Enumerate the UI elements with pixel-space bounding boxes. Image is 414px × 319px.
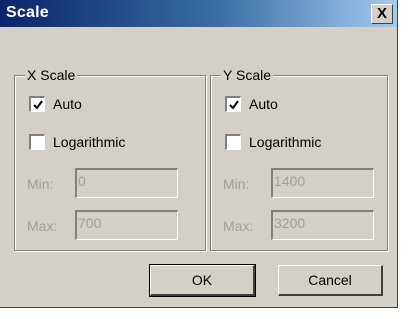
y-logarithmic-checkbox[interactable]: [225, 134, 241, 150]
close-icon: X: [376, 5, 387, 22]
x-max-field[interactable]: 700: [75, 210, 178, 240]
checkmark-icon: [33, 100, 43, 110]
x-logarithmic-label: Logarithmic: [53, 134, 126, 150]
y-min-field[interactable]: 1400: [271, 168, 374, 198]
y-scale-group-label: Y Scale: [221, 67, 273, 83]
x-max-label: Max:: [27, 218, 58, 234]
y-auto-label: Auto: [249, 96, 278, 112]
y-logarithmic-label: Logarithmic: [249, 134, 322, 150]
x-logarithmic-checkbox[interactable]: [29, 134, 45, 150]
close-button[interactable]: X: [371, 4, 393, 24]
x-min-field[interactable]: 0: [75, 168, 178, 198]
x-min-label: Min:: [27, 176, 54, 192]
checkmark-icon: [229, 100, 239, 110]
title-bar[interactable]: Scale X: [0, 0, 397, 27]
y-auto-checkbox[interactable]: [225, 96, 241, 112]
cancel-button[interactable]: Cancel: [278, 265, 383, 296]
x-scale-group-label: X Scale: [25, 67, 78, 83]
y-min-label: Min:: [223, 176, 250, 192]
x-auto-label: Auto: [53, 96, 82, 112]
y-max-field[interactable]: 3200: [271, 210, 374, 240]
ok-button[interactable]: OK: [149, 264, 256, 297]
window-title: Scale: [6, 4, 49, 21]
scale-dialog: Scale X X Scale Auto Logarithmic Min: 0 …: [0, 0, 398, 308]
x-auto-checkbox[interactable]: [29, 96, 45, 112]
y-scale-group: Y Scale Auto Logarithmic Min: 1400 Max: …: [210, 67, 388, 251]
x-scale-group: X Scale Auto Logarithmic Min: 0 Max: 700: [14, 67, 206, 251]
y-max-label: Max:: [223, 218, 254, 234]
